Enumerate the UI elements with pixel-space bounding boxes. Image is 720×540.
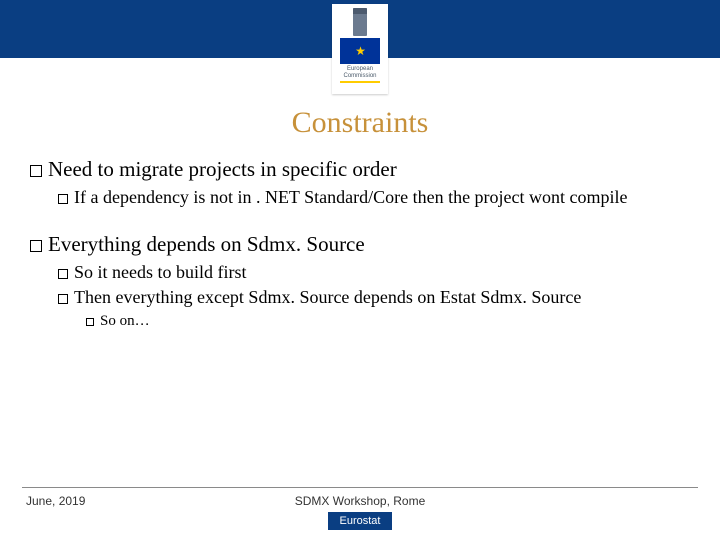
ec-logo-underline (340, 81, 380, 83)
footer-badge-wrap: Eurostat (0, 512, 720, 540)
bullet-l1: Everything depends on Sdmx. Source (30, 231, 690, 257)
square-bullet-icon (86, 318, 94, 326)
square-bullet-icon (58, 294, 68, 304)
bullet-text: Everything depends on Sdmx. Source (48, 232, 365, 256)
square-bullet-icon (30, 240, 42, 252)
footer-event: SDMX Workshop, Rome (295, 494, 425, 508)
eurostat-badge: Eurostat (328, 512, 393, 530)
ec-logo: ★ European Commission (332, 4, 388, 94)
bullet-text: Need to migrate projects in specific ord… (48, 157, 397, 181)
square-bullet-icon (58, 269, 68, 279)
bullet-text: So on… (100, 313, 150, 329)
bullet-l2: If a dependency is not in . NET Standard… (58, 186, 690, 209)
square-bullet-icon (30, 165, 42, 177)
ec-logo-line2: Commission (343, 73, 376, 79)
ec-logo-line1: European (347, 66, 373, 72)
bullet-l2: Then everything except Sdmx. Source depe… (58, 286, 690, 309)
bullet-text: If a dependency is not in . NET Standard… (74, 187, 628, 207)
footer-row: June, 2019 SDMX Workshop, Rome (0, 488, 720, 512)
slide-title: Constraints (30, 106, 690, 140)
bullet-l3: So on… (86, 312, 690, 331)
slide-content: Constraints Need to migrate projects in … (0, 58, 720, 540)
bullet-text: So it needs to build first (74, 262, 247, 282)
ec-building-icon (353, 8, 367, 36)
header-bar: ★ European Commission (0, 0, 720, 58)
bullet-text: Then everything except Sdmx. Source depe… (74, 287, 581, 307)
footer-date: June, 2019 (26, 494, 85, 508)
slide-footer: June, 2019 SDMX Workshop, Rome Eurostat (0, 487, 720, 540)
slide: ★ European Commission Constraints Need t… (0, 0, 720, 540)
bullet-l2: So it needs to build first (58, 261, 690, 284)
square-bullet-icon (58, 194, 68, 204)
ec-logo-label: European Commission (343, 66, 376, 79)
eu-flag-icon: ★ (340, 38, 380, 64)
bullet-l1: Need to migrate projects in specific ord… (30, 156, 690, 182)
